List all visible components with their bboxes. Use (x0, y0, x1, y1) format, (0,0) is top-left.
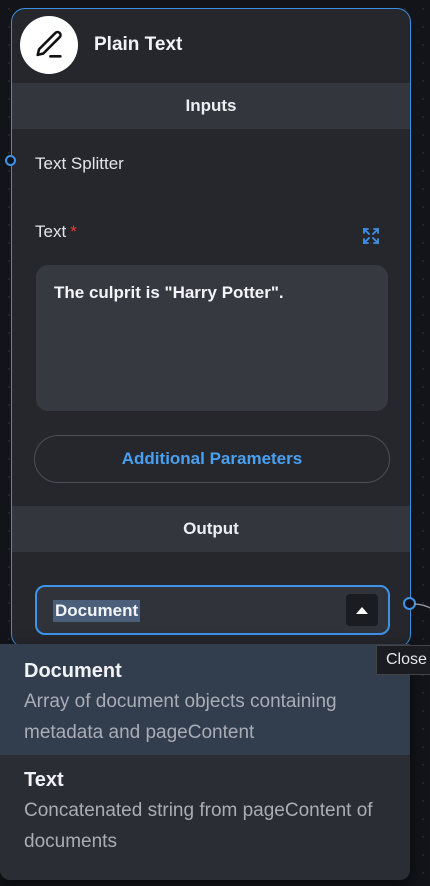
text-label: Text (35, 222, 67, 241)
required-marker: * (70, 222, 77, 241)
dropdown-option-document[interactable]: Document Array of document objects conta… (0, 644, 410, 755)
output-type-dropdown: Document Array of document objects conta… (0, 644, 410, 880)
node-title: Plain Text (94, 34, 183, 55)
option-description: Concatenated string from pageContent of … (24, 800, 373, 852)
plain-text-node[interactable]: Plain Text Inputs Text Splitter Text * Th… (11, 8, 411, 648)
dropdown-option-text[interactable]: Text Concatenated string from pageConten… (0, 755, 410, 880)
text-input[interactable]: The culprit is "Harry Potter". (36, 265, 388, 411)
text-field-label: Text * (35, 222, 77, 242)
chevron-up-icon[interactable] (346, 594, 378, 626)
option-title: Document (24, 660, 122, 682)
additional-parameters-button[interactable]: Additional Parameters (34, 435, 390, 483)
output-type-select[interactable]: Document (35, 585, 390, 635)
output-select-value: Document (53, 600, 141, 622)
input-anchor-text-splitter[interactable] (5, 155, 16, 166)
output-section-header: Output (12, 506, 410, 552)
connection-edge (414, 603, 430, 609)
inputs-section-header: Inputs (12, 83, 410, 129)
expand-icon[interactable] (362, 227, 380, 245)
option-description: Array of document objects containing met… (24, 691, 337, 743)
close-tooltip: Close (376, 645, 430, 675)
option-title: Text (24, 769, 64, 791)
pencil-icon (20, 16, 78, 74)
text-splitter-label: Text Splitter (35, 154, 124, 173)
node-header: Plain Text (12, 9, 410, 83)
